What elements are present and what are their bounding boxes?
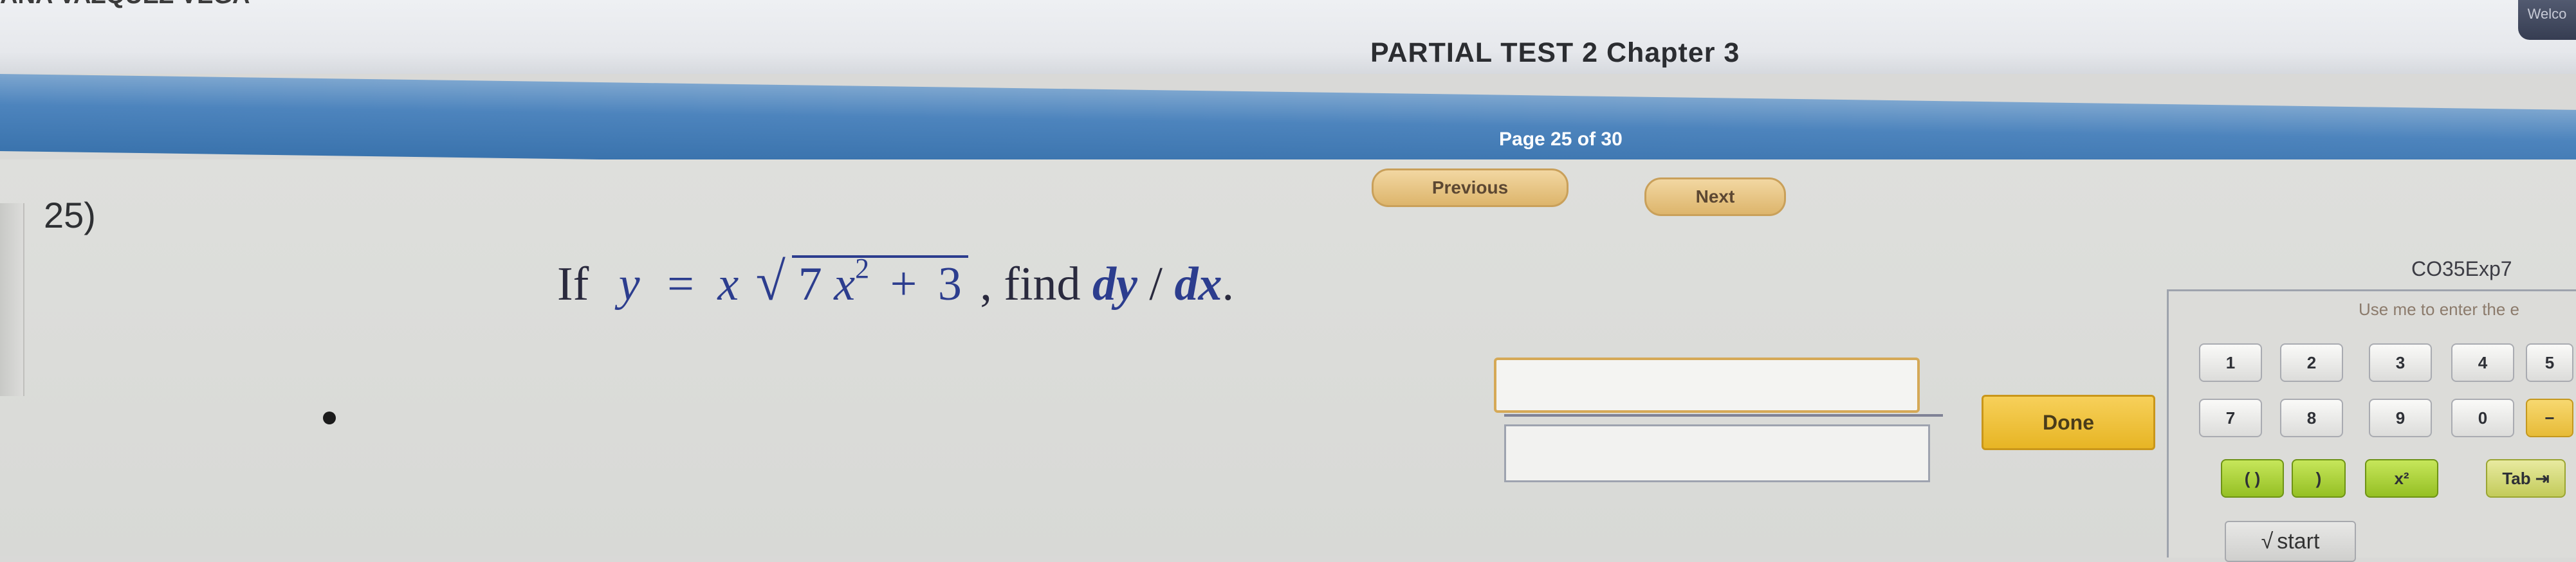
- var-x: x: [717, 258, 739, 311]
- page-indicator: Page 25 of 30: [1499, 129, 1623, 150]
- test-title: PARTIAL TEST 2 Chapter 3: [1370, 37, 1740, 68]
- header-bar: ANA VAZQUEZ VEGA PARTIAL TEST 2 Chapter …: [0, 0, 2576, 74]
- question-if: If: [557, 258, 589, 311]
- key-squared[interactable]: x²: [2365, 459, 2438, 498]
- bullet-dot: [323, 412, 336, 424]
- fraction-bar: [1504, 414, 1943, 417]
- key-1[interactable]: 1: [2199, 343, 2262, 382]
- key-4[interactable]: 4: [2451, 343, 2514, 382]
- key-7[interactable]: 7: [2199, 399, 2262, 437]
- radicand-coefficient: 7: [798, 258, 822, 311]
- radicand-x: x: [834, 258, 856, 311]
- key-close-paren[interactable]: ): [2292, 459, 2346, 498]
- radical-icon: √: [755, 252, 786, 312]
- next-button[interactable]: Next: [1644, 177, 1786, 216]
- sqrt-icon: √: [2261, 529, 2274, 554]
- dx-text: dx: [1174, 258, 1222, 311]
- key-5[interactable]: 5: [2526, 343, 2573, 382]
- start-label: start: [2277, 529, 2320, 554]
- key-tab[interactable]: Tab ⇥: [2486, 459, 2566, 498]
- key-8[interactable]: 8: [2280, 399, 2343, 437]
- key-minus[interactable]: −: [2526, 399, 2573, 437]
- equals-sign: =: [667, 258, 694, 311]
- key-3[interactable]: 3: [2369, 343, 2432, 382]
- question-number: 25): [44, 195, 96, 235]
- previous-button[interactable]: Previous: [1372, 168, 1569, 207]
- keypad-hint: Use me to enter the e: [2359, 300, 2520, 319]
- find-text: , find: [980, 258, 1081, 311]
- student-name: ANA VAZQUEZ VEGA: [0, 0, 250, 10]
- welcome-tab[interactable]: Welco: [2518, 0, 2576, 40]
- key-0[interactable]: 0: [2451, 399, 2514, 437]
- var-y: y: [618, 258, 640, 311]
- key-parentheses[interactable]: ( ): [2221, 459, 2284, 498]
- dy-text: dy: [1092, 258, 1137, 311]
- left-edge-bar: [0, 203, 24, 396]
- numerator-input[interactable]: [1494, 358, 1920, 413]
- keypad-label: CO35Exp7: [2411, 257, 2512, 280]
- square-root: √ 7 x2 + 3: [756, 252, 968, 312]
- slash-text: /: [1149, 258, 1163, 311]
- radicand: 7 x2 + 3: [791, 253, 968, 311]
- radicand-constant: 3: [937, 258, 962, 311]
- radicand-exponent: 2: [855, 253, 870, 285]
- denominator-input[interactable]: [1504, 424, 1930, 482]
- key-2[interactable]: 2: [2280, 343, 2343, 382]
- period-text: .: [1222, 258, 1234, 311]
- done-button[interactable]: Done: [1982, 395, 2155, 450]
- question-text: If y = x √ 7 x2 + 3 , find dy / dx.: [557, 252, 1234, 312]
- key-9[interactable]: 9: [2369, 399, 2432, 437]
- plus-sign: +: [890, 258, 917, 311]
- start-button[interactable]: √ start: [2225, 521, 2356, 562]
